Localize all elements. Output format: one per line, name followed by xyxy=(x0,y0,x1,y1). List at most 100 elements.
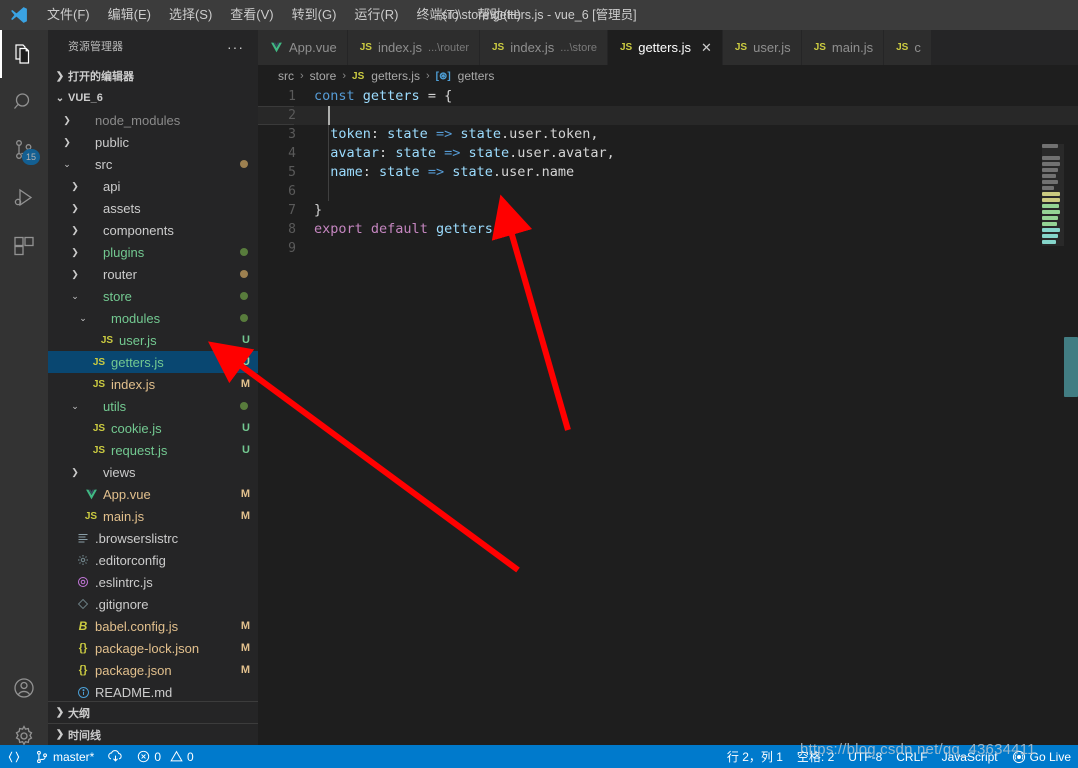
menu-file[interactable]: 文件(F) xyxy=(38,0,99,30)
git-status-dot xyxy=(240,270,248,278)
editor-scrollbar[interactable] xyxy=(1064,337,1078,397)
chevron-down-icon[interactable]: ⌄ xyxy=(60,159,74,170)
file-tree: ❯ node_modules ❯ public ⌄ src ❯ api ❯ assets ❯ comp… xyxy=(48,109,258,703)
activity-account[interactable] xyxy=(0,664,48,712)
remote-indicator[interactable] xyxy=(0,745,28,768)
breadcrumb-item[interactable]: getters xyxy=(458,69,495,83)
minimap-slider[interactable] xyxy=(1042,144,1064,246)
git-status-badge: M xyxy=(240,488,250,500)
tree-file-row[interactable]: Bbabel.config.js M xyxy=(48,615,258,637)
text-cursor xyxy=(328,106,330,125)
editor-tab[interactable]: JS index.js ...\router xyxy=(347,30,480,65)
chevron-right-icon[interactable]: ❯ xyxy=(68,203,82,214)
editor-tab[interactable]: JS index.js ...\store xyxy=(479,30,608,65)
menu-edit[interactable]: 编辑(E) xyxy=(99,0,160,30)
tree-folder-row[interactable]: ❯ assets xyxy=(48,197,258,219)
tree-folder-row[interactable]: ⌄ utils xyxy=(48,395,258,417)
tree-folder-row[interactable]: ❯ components xyxy=(48,219,258,241)
tree-folder-row[interactable]: ❯ api xyxy=(48,175,258,197)
language-mode[interactable]: JavaScript xyxy=(935,745,1005,768)
git-status-badge: M xyxy=(240,642,250,654)
go-live[interactable]: Go Live xyxy=(1005,745,1078,768)
tree-folder-row[interactable]: ⌄ modules xyxy=(48,307,258,329)
minimap[interactable] xyxy=(1042,144,1064,745)
tree-folder-row[interactable]: ⌄ src xyxy=(48,153,258,175)
tab-label: c xyxy=(914,40,921,55)
tree-file-row[interactable]: .eslintrc.js xyxy=(48,571,258,593)
chevron-down-icon[interactable]: ⌄ xyxy=(68,401,82,412)
tree-file-row[interactable]: JS cookie.js U xyxy=(48,417,258,439)
tree-file-row[interactable]: JS user.js U xyxy=(48,329,258,351)
tree-folder-row[interactable]: ❯ node_modules xyxy=(48,109,258,131)
breadcrumb-item[interactable]: getters.js xyxy=(371,69,420,83)
tree-file-row[interactable]: JS request.js U xyxy=(48,439,258,461)
branch-status[interactable]: master* xyxy=(28,745,101,768)
outline-section[interactable]: ❯ 大纲 xyxy=(48,701,258,723)
tree-folder-row[interactable]: ❯ views xyxy=(48,461,258,483)
menu-terminal[interactable]: 终端(T) xyxy=(407,0,468,30)
sidebar-bottom-sections: ❯ 大纲 ❯ 时间线 xyxy=(48,701,258,745)
tree-file-row[interactable]: JS getters.js U xyxy=(48,351,258,373)
editor-tab[interactable]: JS c xyxy=(884,30,932,65)
open-editors-section[interactable]: ❯ 打开的编辑器 xyxy=(48,65,258,87)
editor-tab[interactable]: JS getters.js ✕ xyxy=(607,30,723,65)
activity-source-control[interactable]: 15 xyxy=(0,126,48,174)
project-root-section[interactable]: ⌄ VUE_6 xyxy=(48,87,258,109)
activity-extensions[interactable] xyxy=(0,222,48,270)
tree-file-row[interactable]: README.md xyxy=(48,681,258,703)
chevron-right-icon[interactable]: ❯ xyxy=(60,115,74,126)
chevron-right-icon[interactable]: ❯ xyxy=(68,181,82,192)
tree-file-row[interactable]: App.vue M xyxy=(48,483,258,505)
tree-folder-row[interactable]: ❯ public xyxy=(48,131,258,153)
chevron-down-icon[interactable]: ⌄ xyxy=(76,313,90,324)
tree-item-label: store xyxy=(103,288,132,304)
menu-run[interactable]: 运行(R) xyxy=(345,0,407,30)
menu-goto[interactable]: 转到(G) xyxy=(283,0,346,30)
chevron-right-icon[interactable]: ❯ xyxy=(60,137,74,148)
menu-help[interactable]: 帮助(H) xyxy=(468,0,530,30)
breadcrumb-item[interactable]: store xyxy=(310,69,337,83)
timeline-label: 时间线 xyxy=(68,729,101,742)
activity-run-debug[interactable] xyxy=(0,174,48,222)
tree-file-row[interactable]: JS main.js M xyxy=(48,505,258,527)
problems-status[interactable]: 0 0 xyxy=(130,745,200,768)
tree-folder-row[interactable]: ⌄ store xyxy=(48,285,258,307)
menu-selection[interactable]: 选择(S) xyxy=(160,0,221,30)
tree-file-row[interactable]: .browserslistrc xyxy=(48,527,258,549)
sync-status[interactable] xyxy=(101,745,130,768)
activity-bar: 15 xyxy=(0,30,48,768)
editor-tab-bar: App.vue JS index.js ...\router JS index.js...… xyxy=(258,30,1078,65)
cursor-position[interactable]: 行 2，列 1 xyxy=(720,745,790,768)
close-icon[interactable]: ✕ xyxy=(701,41,712,54)
code-editor[interactable]: 1 const getters = {2 3 token: state => sta… xyxy=(258,87,1078,745)
chevron-right-icon[interactable]: ❯ xyxy=(68,247,82,258)
activity-search[interactable] xyxy=(0,78,48,126)
tree-folder-row[interactable]: ❯ router xyxy=(48,263,258,285)
explorer-more-actions-icon[interactable]: ··· xyxy=(227,30,250,65)
editor-tab[interactable]: JS user.js xyxy=(722,30,802,65)
chevron-right-icon[interactable]: ❯ xyxy=(68,269,82,280)
tree-file-row[interactable]: .gitignore xyxy=(48,593,258,615)
tree-file-row[interactable]: .editorconfig xyxy=(48,549,258,571)
tree-file-row[interactable]: JS index.js M xyxy=(48,373,258,395)
indentation[interactable]: 空格: 2 xyxy=(790,745,841,768)
editor-tab[interactable]: JS main.js xyxy=(801,30,885,65)
git-status-badge: U xyxy=(242,334,250,346)
activity-explorer[interactable] xyxy=(0,30,48,78)
eol[interactable]: CRLF xyxy=(889,745,934,768)
timeline-section[interactable]: ❯ 时间线 xyxy=(48,723,258,745)
explorer-sidebar: 资源管理器 ··· ❯ 打开的编辑器 ⌄ VUE_6 ❯ node_modules… xyxy=(48,30,258,745)
chevron-right-icon[interactable]: ❯ xyxy=(68,225,82,236)
breadcrumb-item[interactable]: src xyxy=(278,69,294,83)
chevron-right-icon[interactable]: ❯ xyxy=(68,467,82,478)
chevron-down-icon[interactable]: ⌄ xyxy=(68,291,82,302)
tree-item-label: getters.js xyxy=(111,354,164,370)
tree-file-row[interactable]: {} package.json M xyxy=(48,659,258,681)
tree-folder-row[interactable]: ❯ plugins xyxy=(48,241,258,263)
tree-file-row[interactable]: {} package-lock.json M xyxy=(48,637,258,659)
line-number: 1 xyxy=(288,89,296,104)
encoding[interactable]: UTF-8 xyxy=(841,745,889,768)
editor-tab[interactable]: App.vue xyxy=(258,30,348,65)
line-number: 7 xyxy=(288,203,296,218)
menu-view[interactable]: 查看(V) xyxy=(221,0,282,30)
